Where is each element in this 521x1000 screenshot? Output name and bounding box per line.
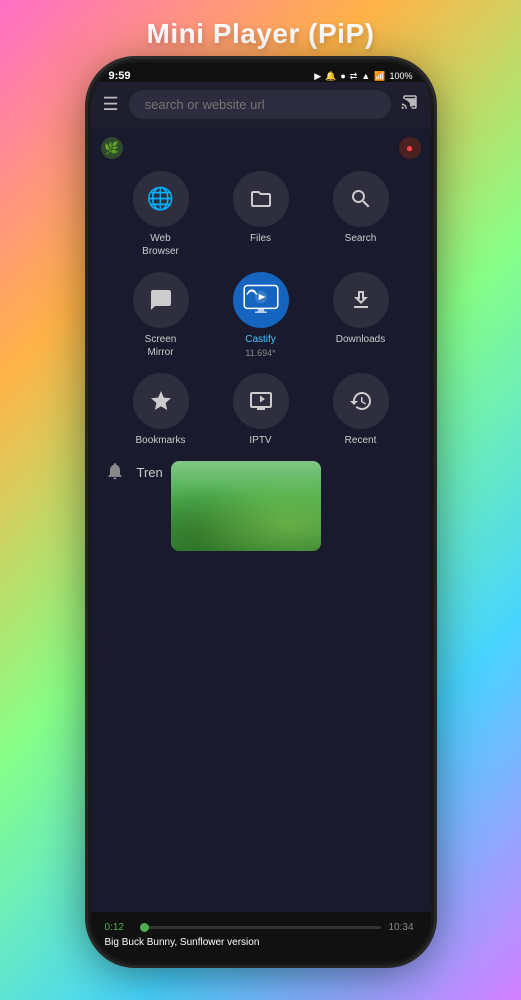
search-label: Search <box>345 232 377 245</box>
status-bar: 9:59 ▶ 🔔 ● ⇄ ▲ 📶 100% <box>91 62 431 82</box>
screen-mirror-label: ScreenMirror <box>145 333 177 359</box>
mini-player[interactable]: 0:12 10:34 Big Buck Bunny, Sunflower ver… <box>91 912 431 962</box>
recent-label: Recent <box>345 434 377 447</box>
app-item-recent[interactable]: Recent <box>321 373 401 447</box>
phone-outer: 9:59 ▶ 🔔 ● ⇄ ▲ 📶 100% ☰ <box>91 62 431 962</box>
app-item-bookmarks[interactable]: Bookmarks <box>121 373 201 447</box>
downloads-label: Downloads <box>336 333 385 346</box>
progress-dot <box>140 923 149 932</box>
cast-icon[interactable] <box>401 93 419 116</box>
app-item-downloads[interactable]: Downloads <box>321 272 401 359</box>
progress-row: 0:12 10:34 <box>105 922 417 933</box>
indicator-row: 🌿 ● <box>91 137 431 159</box>
web-browser-label: WebBrowser <box>142 232 179 258</box>
files-label: Files <box>250 232 271 245</box>
search-input[interactable] <box>129 90 391 119</box>
dot-icon: ● <box>340 71 345 81</box>
trend-row: Tren <box>91 461 431 551</box>
page-title: Mini Player (PiP) <box>147 0 375 62</box>
status-time: 9:59 <box>109 70 131 82</box>
player-title: Big Buck Bunny, Sunflower version <box>105 937 417 948</box>
bookmarks-label: Bookmarks <box>135 434 185 447</box>
app-item-files[interactable]: Files <box>221 171 301 258</box>
downloads-icon <box>333 272 389 328</box>
signal-icon: 📶 <box>374 71 385 82</box>
total-time: 10:34 <box>389 922 417 933</box>
app-item-search[interactable]: Search <box>321 171 401 258</box>
battery-text: 100% <box>389 71 412 81</box>
app-item-castify[interactable]: Castify 11.694* <box>221 272 301 359</box>
phone-notch <box>221 62 301 80</box>
right-indicator: ● <box>399 137 421 159</box>
app-item-screen-mirror[interactable]: ScreenMirror <box>121 272 201 359</box>
wifi-icon: ▲ <box>361 71 370 81</box>
left-indicator: 🌿 <box>101 137 123 159</box>
bell-icon: 🔔 <box>325 71 336 82</box>
castify-sublabel: 11.694* <box>245 348 275 358</box>
iptv-icon <box>233 373 289 429</box>
current-time: 0:12 <box>105 922 133 933</box>
youtube-icon: ▶ <box>314 71 321 82</box>
recent-icon <box>333 373 389 429</box>
web-browser-icon: 🌐 <box>133 171 189 227</box>
thumbnail-image <box>171 461 321 551</box>
apps-grid: 🌐 WebBrowser Files <box>121 171 401 447</box>
search-icon <box>333 171 389 227</box>
screen-mirror-icon <box>133 272 189 328</box>
bookmarks-icon <box>133 373 189 429</box>
files-icon <box>233 171 289 227</box>
trend-thumbnail[interactable] <box>171 461 321 551</box>
phone-screen: ☰ 🌿 ● 🌐 <box>91 82 431 962</box>
app-item-iptv[interactable]: IPTV <box>221 373 301 447</box>
castify-label: Castify <box>245 333 276 346</box>
sync-icon: ⇄ <box>350 71 358 82</box>
status-icons: ▶ 🔔 ● ⇄ ▲ 📶 100% <box>314 71 412 82</box>
iptv-label: IPTV <box>249 434 271 447</box>
progress-bar-fill <box>141 926 146 929</box>
main-content: 🌿 ● 🌐 WebBrowser <box>91 127 431 962</box>
app-item-web-browser[interactable]: 🌐 WebBrowser <box>121 171 201 258</box>
notification-bell <box>105 461 125 481</box>
progress-bar-bg[interactable] <box>141 926 381 929</box>
trend-label: Tren <box>137 461 163 480</box>
castify-icon <box>233 272 289 328</box>
hamburger-icon[interactable]: ☰ <box>103 94 119 115</box>
top-bar: ☰ <box>91 82 431 127</box>
